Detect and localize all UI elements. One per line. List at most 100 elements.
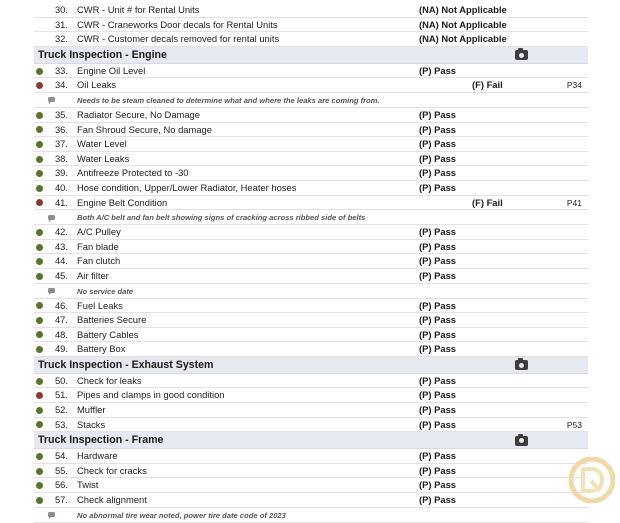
item-label: Check for leaks — [77, 374, 142, 386]
item-label: Batteries Secure — [77, 314, 147, 326]
item-label: Battery Box — [77, 343, 126, 355]
status-dot-icon — [36, 316, 43, 324]
item-number: 44. — [54, 255, 68, 267]
item-number: 39. — [54, 167, 68, 179]
status-dot-icon — [36, 453, 43, 461]
checklist-row: 53. Stacks (P) Pass P53 — [34, 418, 588, 433]
item-label: Water Leaks — [77, 152, 130, 164]
item-number: 30. — [54, 4, 68, 15]
photo-reference[interactable]: P41 — [567, 196, 582, 211]
status-dot-icon — [36, 331, 43, 339]
item-label: Water Level — [77, 138, 127, 150]
status-dot-icon — [36, 126, 43, 134]
checklist-row: 43. Fan blade (P) Pass — [34, 240, 588, 255]
camera-icon[interactable] — [515, 48, 528, 61]
item-label: Battery Cables — [77, 328, 139, 340]
item-number: 56. — [54, 479, 68, 491]
item-label: Engine Oil Level — [77, 64, 146, 76]
checklist-row: 39. Antifreeze Protected to -30 (P) Pass — [34, 166, 588, 181]
checklist-row: 33. Engine Oil Level (P) Pass — [34, 64, 588, 79]
checklist-row: 30. CWR - Unit # for Rental Units (NA) Not… — [34, 3, 588, 18]
item-number: 45. — [54, 269, 68, 281]
item-label: Stacks — [77, 418, 106, 430]
checklist-row: 38. Water Leaks (P) Pass — [34, 152, 588, 167]
item-number: 55. — [54, 464, 68, 476]
item-label: Twist — [77, 479, 99, 491]
checklist-row: 54. Hardware (P) Pass — [34, 449, 588, 464]
note-text: Both A/C belt and fan belt showing signs… — [77, 213, 366, 223]
item-result: (P) Pass — [419, 167, 456, 179]
camera-icon[interactable] — [515, 358, 528, 371]
status-dot-icon — [36, 243, 43, 251]
item-label: Hardware — [77, 450, 118, 462]
item-label: Antifreeze Protected to -30 — [77, 167, 189, 179]
item-number: 43. — [54, 240, 68, 252]
checklist-row: 42. A/C Pulley (P) Pass — [34, 225, 588, 240]
comment-icon — [48, 97, 55, 105]
checklist-row: 32. CWR - Customer decals removed for ren… — [34, 32, 588, 47]
note-text: No service date — [77, 286, 134, 296]
status-dot-icon — [36, 199, 43, 207]
status-dot-icon — [36, 467, 43, 475]
item-result: (P) Pass — [419, 494, 456, 506]
item-label: Check for cracks — [77, 464, 147, 476]
checklist-row: 48. Battery Cables (P) Pass — [34, 328, 588, 343]
section-header: Truck Inspection - Exhaust System — [34, 356, 588, 374]
checklist-row: 47. Batteries Secure (P) Pass — [34, 313, 588, 328]
item-result: (P) Pass — [419, 123, 456, 135]
item-number: 49. — [54, 343, 68, 355]
item-result: (P) Pass — [419, 269, 456, 281]
item-label: Muffler — [77, 404, 106, 416]
comment-icon — [48, 214, 55, 222]
item-label: Fan clutch — [77, 255, 121, 267]
item-result: (F) Fail — [472, 196, 503, 208]
status-dot-icon — [36, 421, 43, 429]
item-result: (P) Pass — [419, 389, 456, 401]
item-label: Oil Leaks — [77, 79, 117, 91]
item-result: (P) Pass — [419, 464, 456, 476]
item-result: (NA) Not Applicable — [419, 33, 507, 45]
comment-icon — [48, 512, 55, 520]
item-number: 38. — [54, 152, 68, 164]
item-number: 33. — [54, 64, 68, 76]
checklist-row: 40. Hose condition, Upper/Lower Radiator,… — [34, 181, 588, 196]
item-result: (P) Pass — [419, 418, 456, 430]
checklist-row: 46. Fuel Leaks (P) Pass — [34, 299, 588, 314]
item-result: (P) Pass — [419, 226, 456, 238]
item-number: 35. — [54, 108, 68, 120]
checklist-row: 36. Fan Shroud Secure, No damage (P) Pass — [34, 123, 588, 138]
item-result: (NA) Not Applicable — [419, 4, 507, 15]
item-result: (P) Pass — [419, 343, 456, 355]
item-number: 53. — [54, 418, 68, 430]
status-dot-icon — [36, 496, 43, 504]
status-dot-icon — [36, 111, 43, 119]
photo-reference[interactable]: P34 — [567, 78, 582, 93]
item-result: (P) Pass — [419, 328, 456, 340]
item-number: 57. — [54, 494, 68, 506]
photo-reference[interactable]: P53 — [567, 418, 582, 433]
section-header: Truck Inspection - Frame — [34, 432, 588, 450]
item-result: (P) Pass — [419, 299, 456, 311]
inspection-note: Both A/C belt and fan belt showing signs… — [34, 210, 588, 226]
status-dot-icon — [36, 228, 43, 236]
checklist-row: 34. Oil Leaks (F) Fail P34 — [34, 78, 588, 93]
item-result: (P) Pass — [419, 404, 456, 416]
status-dot-icon — [36, 67, 43, 75]
status-dot-icon — [36, 377, 43, 385]
checklist-row: 41. Engine Belt Condition (F) Fail P41 — [34, 196, 588, 211]
item-label: CWR - Unit # for Rental Units — [77, 4, 200, 15]
item-number: 51. — [54, 389, 68, 401]
item-result: (P) Pass — [419, 152, 456, 164]
inspection-note: Needs to be steam cleaned to determine w… — [34, 93, 588, 108]
item-number: 34. — [54, 79, 68, 91]
section-title: Truck Inspection - Engine — [38, 48, 167, 61]
item-number: 50. — [54, 374, 68, 386]
item-label: Fan Shroud Secure, No damage — [77, 123, 212, 135]
item-label: Pipes and clamps in good condition — [77, 389, 225, 401]
status-dot-icon — [36, 406, 43, 414]
inspection-checklist: 30. CWR - Unit # for Rental Units (NA) Not… — [34, 3, 588, 523]
status-dot-icon — [36, 346, 43, 354]
camera-icon[interactable] — [515, 433, 528, 446]
status-dot-icon — [36, 482, 43, 490]
checklist-row: 57. Check alignment (P) Pass — [34, 493, 588, 508]
